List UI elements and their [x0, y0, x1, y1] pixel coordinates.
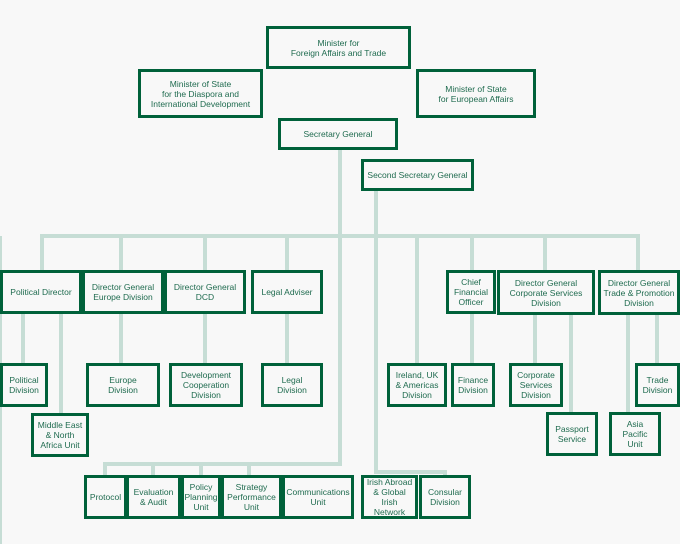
node-political-division[interactable]: Political Division	[0, 363, 48, 407]
node-evaluation-audit[interactable]: Evaluation & Audit	[126, 475, 181, 519]
node-mena-unit[interactable]: Middle East & North Africa Unit	[31, 413, 89, 457]
node-minister[interactable]: Minister for Foreign Affairs and Trade	[266, 26, 411, 69]
connector	[285, 312, 289, 364]
connector	[470, 312, 474, 364]
node-irish-abroad[interactable]: Irish Abroad & Global Irish Network	[361, 475, 418, 519]
connector	[21, 312, 25, 364]
node-second-secretary-general[interactable]: Second Secretary General	[361, 159, 474, 191]
connector	[636, 234, 640, 270]
node-mos-diaspora[interactable]: Minister of State for the Diaspora and I…	[138, 69, 263, 118]
node-trade-division[interactable]: Trade Division	[635, 363, 680, 407]
connector	[655, 312, 659, 364]
connector	[119, 312, 123, 364]
connector	[285, 234, 289, 270]
connector	[470, 234, 474, 270]
connector	[374, 190, 378, 473]
node-asia-pacific-unit[interactable]: Asia Pacific Unit	[609, 412, 661, 456]
connector	[203, 234, 207, 270]
connector	[247, 462, 251, 476]
connector	[103, 462, 107, 476]
node-secretary-general[interactable]: Secretary General	[278, 118, 398, 150]
node-strategy-performance[interactable]: Strategy Performance Unit	[221, 475, 282, 519]
connector	[415, 234, 419, 366]
node-dg-corporate[interactable]: Director General Corporate Services Divi…	[497, 270, 595, 315]
connector	[543, 234, 547, 270]
connector	[151, 462, 155, 476]
connector	[40, 234, 640, 238]
node-finance-division[interactable]: Finance Division	[451, 363, 495, 407]
node-cfo[interactable]: Chief Financial Officer	[446, 270, 496, 314]
node-dg-europe[interactable]: Director General Europe Division	[82, 270, 164, 314]
node-mos-europe[interactable]: Minister of State for European Affairs	[416, 69, 536, 118]
connector	[103, 462, 342, 466]
node-dg-trade[interactable]: Director General Trade & Promotion Divis…	[598, 270, 680, 315]
connector	[533, 312, 537, 364]
connector	[626, 312, 630, 414]
connector	[569, 312, 573, 414]
connector	[119, 234, 123, 270]
connector	[374, 470, 447, 474]
node-communications-unit[interactable]: Communications Unit	[282, 475, 354, 519]
node-corporate-services-division[interactable]: Corporate Services Division	[509, 363, 563, 407]
connector	[203, 312, 207, 364]
node-political-director[interactable]: Political Director	[0, 270, 82, 314]
node-ireland-uk-americas[interactable]: Ireland, UK & Americas Division	[387, 363, 447, 407]
node-legal-adviser[interactable]: Legal Adviser	[251, 270, 323, 314]
connector	[199, 462, 203, 476]
node-consular-division[interactable]: Consular Division	[419, 475, 471, 519]
connector	[338, 148, 342, 466]
node-europe-division[interactable]: Europe Division	[86, 363, 160, 407]
node-policy-planning[interactable]: Policy Planning Unit	[181, 475, 221, 519]
connector	[59, 312, 63, 414]
connector	[40, 234, 44, 270]
node-legal-division[interactable]: Legal Division	[261, 363, 323, 407]
node-passport-service[interactable]: Passport Service	[546, 412, 598, 456]
node-dev-coop-division[interactable]: Development Cooperation Division	[169, 363, 243, 407]
node-dg-dcd[interactable]: Director General DCD	[164, 270, 246, 314]
node-protocol[interactable]: Protocol	[84, 475, 127, 519]
